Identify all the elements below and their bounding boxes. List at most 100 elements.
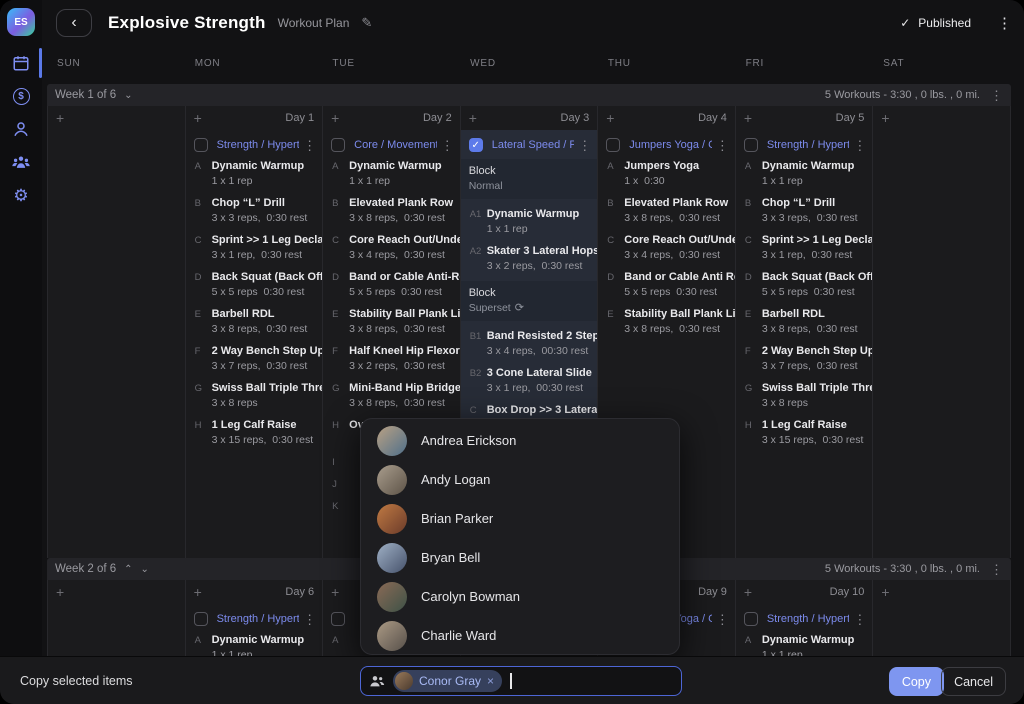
add-workout-icon[interactable]: + [606,110,614,126]
add-workout-icon[interactable]: + [331,584,339,600]
exercise-row[interactable]: BElevated Plank Row3 x 8 reps, 0:30 rest [598,196,735,226]
exercise-row[interactable]: EStability Ball Plank Linear ...3 x 8 re… [598,307,735,337]
exercise-row[interactable]: CSprint >> 1 Leg Declarations3 x 1 rep, … [186,233,323,263]
exercise-row[interactable]: A1Dynamic Warmup1 x 1 rep [461,207,598,237]
add-workout-icon[interactable]: + [469,110,477,126]
exercise-row[interactable]: B1Band Resisted 2 Step Late...3 x 4 reps… [461,329,598,359]
workout-menu-icon[interactable]: ⋮ [716,139,729,152]
exercise-row[interactable]: EBarbell RDL3 x 8 reps, 0:30 rest [186,307,323,337]
workout-title[interactable]: Strength / Hypertro... [767,139,850,151]
back-button[interactable]: ‹ [56,9,92,37]
exercise-row[interactable]: DBack Squat (Back Off Set)5 x 5 reps 0:3… [186,270,323,300]
workout-checkbox[interactable] [331,612,345,626]
add-workout-icon[interactable]: + [56,584,64,600]
athlete-option[interactable]: Bryan Bell [361,538,679,577]
workout-checkbox[interactable] [744,612,758,626]
add-workout-icon[interactable]: + [194,584,202,600]
workout-menu-icon[interactable]: ⋮ [578,139,591,152]
exercise-row[interactable]: DBand or Cable Anti-Rotati...5 x 5 reps … [323,270,460,300]
exercise-row[interactable]: ADynamic Warmup1 x 1 rep [323,159,460,189]
exercise-row[interactable]: DBack Squat (Back Off Set)5 x 5 reps 0:3… [736,270,873,300]
workout-card-day1[interactable]: Strength / Hypertro...⋮ ADynamic Warmup1… [186,130,323,448]
workout-title[interactable]: Strength / Hypertro... [217,613,300,625]
billing-icon[interactable]: $ [10,85,32,107]
calendar-icon[interactable] [10,52,32,74]
exercise-row[interactable]: H1 Leg Calf Raise3 x 15 reps, 0:30 rest [736,418,873,448]
add-workout-icon[interactable]: + [56,110,64,126]
exercise-row[interactable]: A2Skater 3 Lateral Hops >> ...3 x 2 reps… [461,244,598,274]
settings-icon[interactable]: ⚙ [10,184,32,206]
athlete-option[interactable]: Carolyn Bowman [361,577,679,616]
more-menu-icon[interactable]: ⋮ [997,16,1012,31]
teams-icon[interactable] [10,151,32,173]
exercise-row[interactable]: FHalf Kneel Hip Flexor Rais...3 x 2 reps… [323,344,460,374]
exercise-row[interactable]: DBand or Cable Anti Rotati...5 x 5 reps … [598,270,735,300]
exercise-row[interactable]: GMini-Band Hip Bridge w/ ...3 x 8 reps, … [323,381,460,411]
exercise-row[interactable]: ADynamic Warmup1 x 1 rep [736,159,873,189]
exercise-row[interactable]: GSwiss Ball Triple Threat3 x 8 reps [736,381,873,411]
workout-menu-icon[interactable]: ⋮ [303,139,316,152]
week-1-menu-icon[interactable]: ⋮ [990,89,1003,102]
athlete-option[interactable]: Brian Parker [361,499,679,538]
chevron-down-icon[interactable]: ⌄ [124,90,132,101]
athlete-search-input[interactable]: Conor Gray × [360,666,682,696]
add-workout-icon[interactable]: + [881,584,889,600]
workout-checkbox[interactable] [744,138,758,152]
athlete-option[interactable]: Andrea Erickson [361,421,679,460]
workout-checkbox[interactable] [194,138,208,152]
exercise-row[interactable]: GSwiss Ball Triple Threat3 x 8 reps [186,381,323,411]
week-2-menu-icon[interactable]: ⋮ [990,563,1003,576]
cancel-button[interactable]: Cancel [941,667,1006,696]
workout-checkbox[interactable] [331,138,345,152]
workout-title[interactable]: Strength / Hypertro... [217,139,300,151]
workout-checkbox-checked[interactable]: ✓ [469,138,483,152]
exercise-row[interactable]: F2 Way Bench Step Up3 x 7 reps, 0:30 res… [186,344,323,374]
copy-button[interactable]: Copy [889,667,944,696]
workout-menu-icon[interactable]: ⋮ [441,139,454,152]
athlete-option[interactable]: Andy Logan [361,460,679,499]
exercise-row[interactable]: F2 Way Bench Step Up3 x 7 reps, 0:30 res… [736,344,873,374]
workout-checkbox[interactable] [606,138,620,152]
exercise-row[interactable]: EStability Ball Plank Linear ...3 x 8 re… [323,307,460,337]
exercise-row[interactable]: AJumpers Yoga1 x 0:30 [598,159,735,189]
remove-chip-icon[interactable]: × [487,674,494,688]
workout-title[interactable]: Lateral Speed / Plyo [492,139,575,151]
chevron-up-icon[interactable]: ⌃ [124,564,132,575]
exercise-row[interactable]: CCore Reach Out/Under3 x 4 reps, 0:30 re… [598,233,735,263]
chevron-down-icon[interactable]: ⌄ [141,564,149,575]
add-workout-icon[interactable]: + [194,110,202,126]
workout-menu-icon[interactable]: ⋮ [853,139,866,152]
athlete-icon[interactable] [10,118,32,140]
workout-card-day6[interactable]: Strength / Hypertro...⋮ ADynamic Warmup1… [186,604,323,656]
add-workout-icon[interactable]: + [881,110,889,126]
add-workout-icon[interactable]: + [744,110,752,126]
exercise-row[interactable]: BChop “L” Drill3 x 3 reps, 0:30 rest [736,196,873,226]
app-logo[interactable]: ES [7,8,35,36]
athlete-option[interactable]: Charlie Ward [361,616,679,655]
exercise-row[interactable]: CSprint >> 1 Leg Declarations3 x 1 rep, … [736,233,873,263]
exercise-row[interactable]: B23 Cone Lateral Slide3 x 1 rep, 00:30 r… [461,366,598,396]
workout-card-day4[interactable]: Jumpers Yoga / Core ⋮ AJumpers Yoga1 x 0:… [598,130,735,337]
workout-menu-icon[interactable]: ⋮ [853,613,866,626]
exercise-row[interactable]: CCore Reach Out/Under3 x 4 reps, 0:30 re… [323,233,460,263]
exercise-row[interactable]: ADynamic Warmup1 x 1 rep [186,159,323,189]
workout-title[interactable]: Strength / Hypertro... [767,613,850,625]
workout-card-day5[interactable]: Strength / Hypertro...⋮ ADynamic Warmup1… [736,130,873,448]
workout-title[interactable]: Jumpers Yoga / Core [629,139,712,151]
exercise-row[interactable]: ADynamic Warmup1 x 1 rep [186,633,323,656]
exercise-row[interactable]: ADynamic Warmup1 x 1 rep [736,633,873,656]
exercise-row[interactable]: H1 Leg Calf Raise3 x 15 reps, 0:30 rest [186,418,323,448]
exercise-name: Band Resisted 2 Step Late... [487,329,598,344]
workout-menu-icon[interactable]: ⋮ [303,613,316,626]
exercise-row[interactable]: BChop “L” Drill3 x 3 reps, 0:30 rest [186,196,323,226]
exercise-row[interactable]: BElevated Plank Row3 x 8 reps, 0:30 rest [323,196,460,226]
selected-athlete-chip[interactable]: Conor Gray × [393,670,502,692]
workout-card-day10[interactable]: Strength / Hypertro...⋮ ADynamic Warmup1… [736,604,873,656]
add-workout-icon[interactable]: + [331,110,339,126]
workout-menu-icon[interactable]: ⋮ [716,613,729,626]
exercise-row[interactable]: EBarbell RDL3 x 8 reps, 0:30 rest [736,307,873,337]
add-workout-icon[interactable]: + [744,584,752,600]
workout-title[interactable]: Core / Movement Q... [354,139,437,151]
edit-title-icon[interactable]: ✎ [361,15,372,31]
workout-checkbox[interactable] [194,612,208,626]
